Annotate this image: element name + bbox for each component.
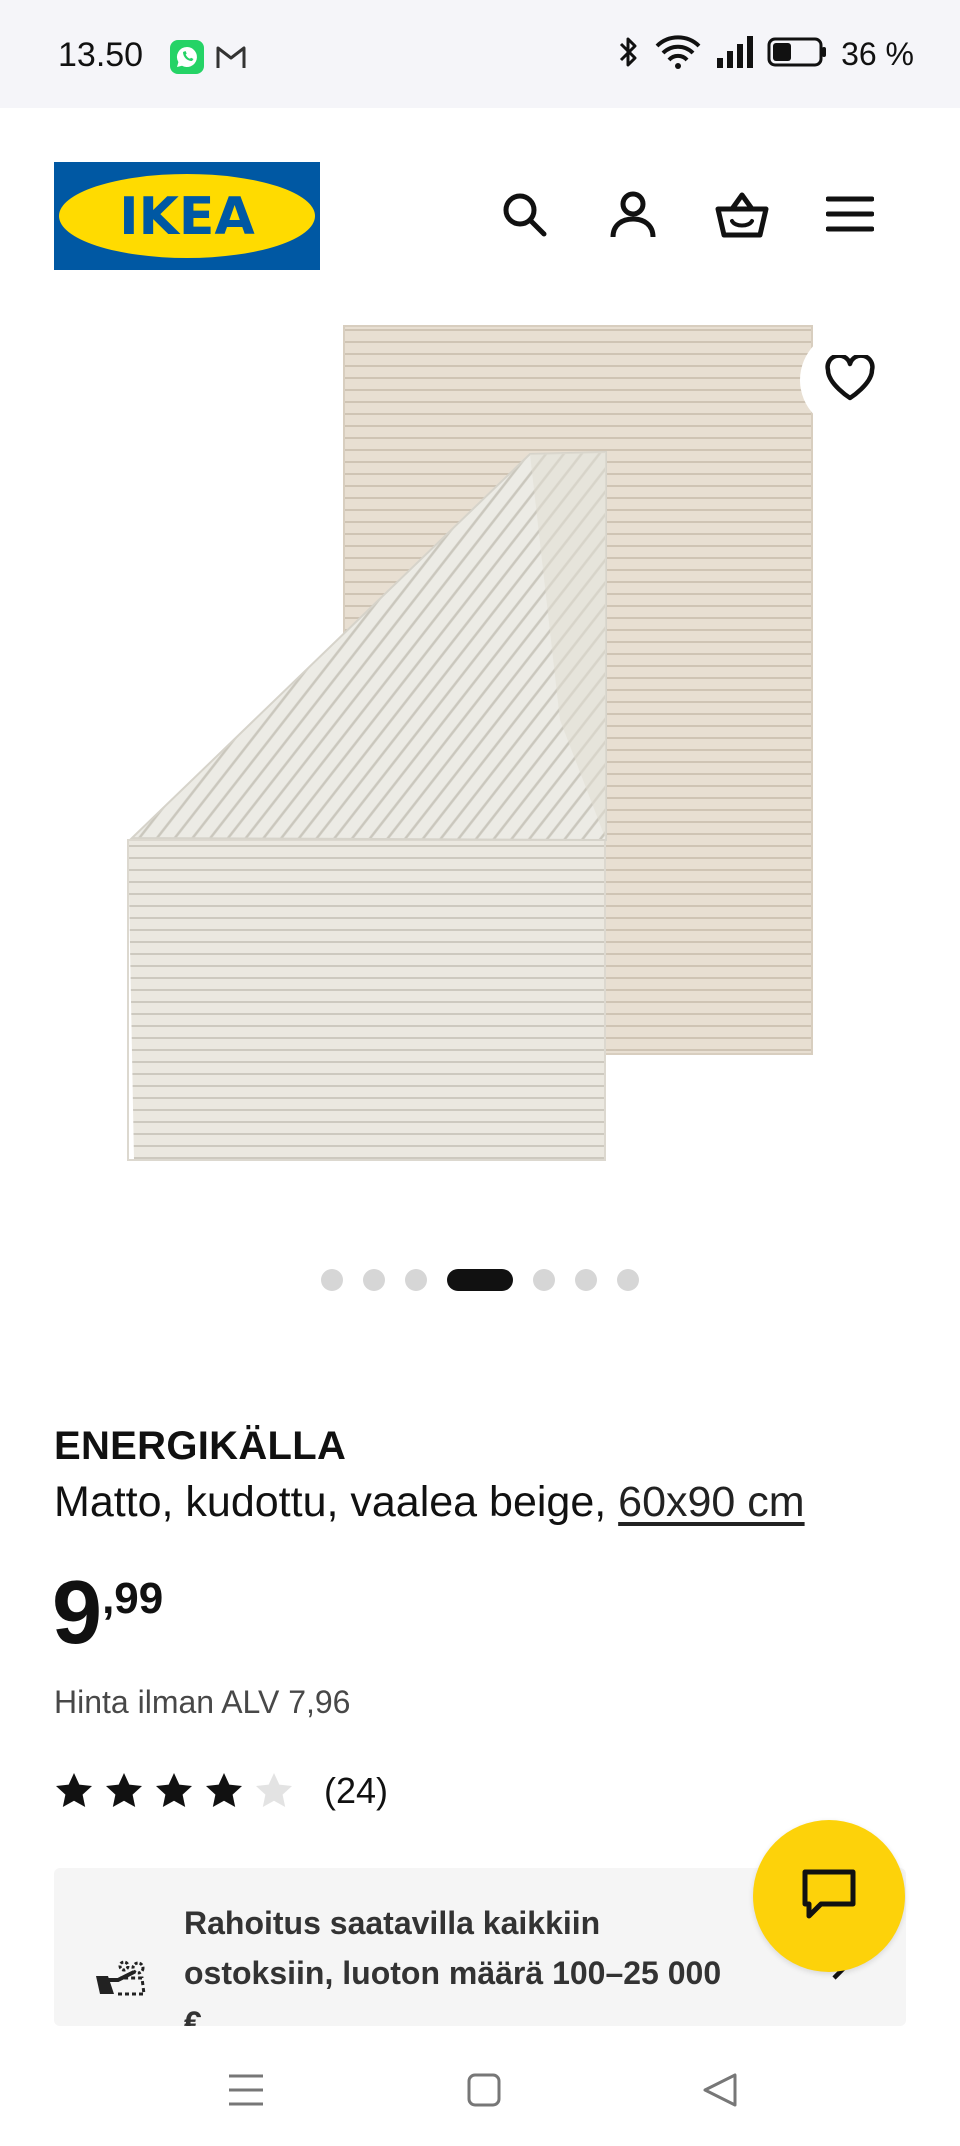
home-icon[interactable] — [460, 2066, 508, 2114]
product-price: 9,99 — [52, 1568, 163, 1658]
pager-dot[interactable] — [363, 1269, 385, 1291]
review-count[interactable]: (24) — [324, 1770, 388, 1812]
menu-icon[interactable] — [822, 186, 878, 242]
status-time: 13.50 — [58, 36, 144, 74]
pager-dot[interactable] — [617, 1269, 639, 1291]
product-image[interactable] — [0, 300, 960, 1230]
star-filled-icon — [156, 1773, 192, 1807]
star-empty-icon — [256, 1773, 292, 1807]
logo-text: IKEA — [119, 187, 254, 247]
wifi-icon — [655, 34, 701, 75]
gmail-icon — [214, 40, 248, 74]
back-icon[interactable] — [696, 2066, 744, 2114]
chat-icon — [799, 1866, 859, 1927]
star-filled-icon — [106, 1773, 142, 1807]
ikea-logo[interactable]: IKEA — [54, 162, 320, 270]
product-description-text: Matto, kudottu, vaalea beige, — [54, 1478, 607, 1526]
pager-dot[interactable] — [575, 1269, 597, 1291]
battery-icon — [767, 35, 827, 74]
pager-dot[interactable] — [321, 1269, 343, 1291]
account-icon[interactable] — [605, 186, 661, 242]
image-pager[interactable] — [0, 1268, 960, 1292]
hand-coins-icon — [92, 1954, 152, 2002]
financing-line-2: ostoksiin, luoton määrä 100–25 000 — [184, 1955, 722, 1991]
price-decimal: ,99 — [102, 1574, 164, 1623]
chat-button[interactable] — [753, 1820, 905, 1972]
price-integer: 9 — [52, 1563, 103, 1663]
recent-apps-icon[interactable] — [222, 2066, 270, 2114]
whatsapp-icon — [170, 40, 204, 74]
pager-dot[interactable] — [447, 1269, 513, 1291]
status-right: 36 % — [617, 34, 914, 74]
favorite-button[interactable] — [800, 330, 900, 430]
status-bar: 13.50 36 % — [0, 0, 960, 108]
financing-line-1: Rahoitus saatavilla kaikkiin — [184, 1905, 601, 1941]
product-rating[interactable]: (24) — [54, 1770, 388, 1812]
heart-icon — [824, 352, 876, 406]
star-filled-icon — [206, 1773, 242, 1807]
product-description: Matto, kudottu, vaalea beige, 60x90 cm — [54, 1478, 805, 1527]
pager-dot[interactable] — [405, 1269, 427, 1291]
search-icon[interactable] — [496, 186, 552, 242]
financing-line-3: € — [184, 2005, 202, 2026]
battery-percent: 36 % — [841, 35, 914, 72]
basket-icon[interactable] — [714, 186, 770, 242]
signal-icon — [715, 34, 754, 75]
bluetooth-icon — [617, 34, 641, 75]
system-nav-bar — [0, 2026, 960, 2146]
financing-text: Rahoitus saatavilla kaikkiin ostoksiin, … — [184, 1898, 784, 2026]
product-size-link[interactable]: 60x90 cm — [618, 1478, 804, 1526]
pager-dot[interactable] — [533, 1269, 555, 1291]
product-name: ENERGIKÄLLA — [54, 1424, 347, 1468]
price-without-vat: Hinta ilman ALV 7,96 — [54, 1684, 351, 1720]
star-filled-icon — [56, 1773, 92, 1807]
